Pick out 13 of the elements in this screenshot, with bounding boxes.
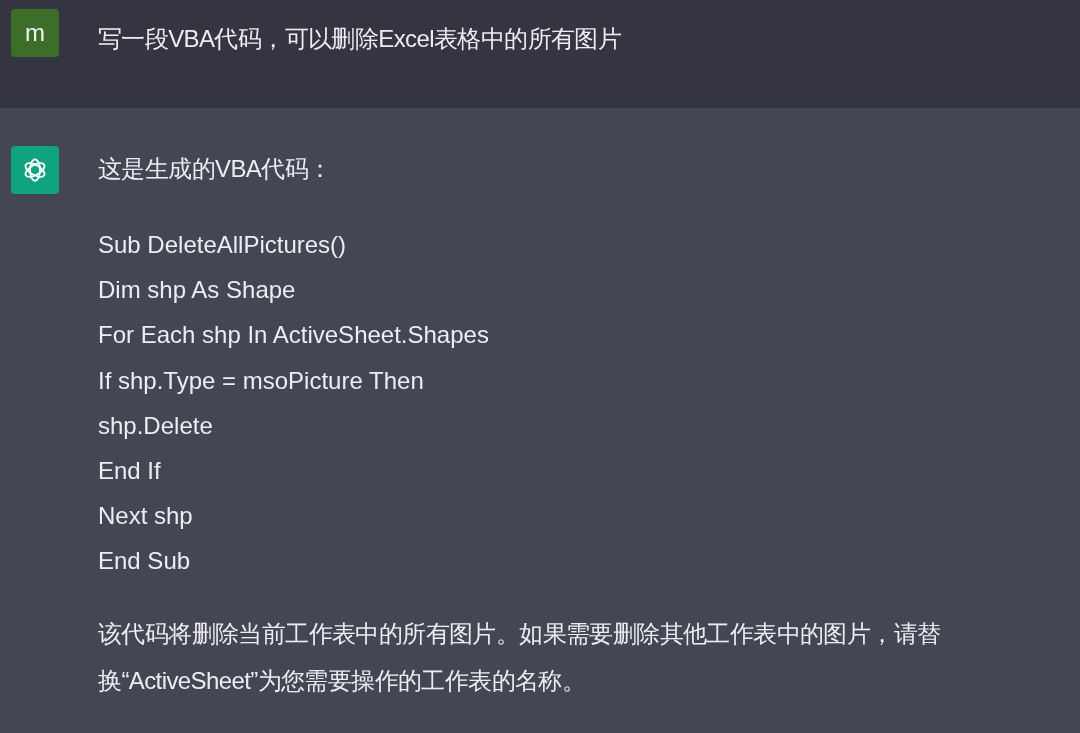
code-line: For Each shp In ActiveSheet.Shapes bbox=[98, 320, 489, 351]
message-text: 这是生成的VBA代码： bbox=[98, 154, 333, 184]
code-line: Next shp bbox=[98, 501, 193, 532]
code-line: End If bbox=[98, 456, 161, 486]
message-text: 写一段VBA代码，可以删除Excel表格中的所有图片 bbox=[98, 24, 623, 54]
code-line: Dim shp As Shape bbox=[98, 275, 296, 306]
message-text: 该代码将删除当前工作表中的所有图片。如果需要删除其他工作表中的图片，请替换“ActiveSheet”为您需要操作的工作表的名称。 bbox=[98, 618, 942, 696]
code-line: If shp.Type = msoPicture Then bbox=[98, 365, 424, 396]
code-line: Sub DeleteAllPictures() bbox=[98, 230, 347, 260]
user-avatar: m bbox=[11, 9, 59, 57]
code-line: shp.Delete bbox=[98, 410, 213, 441]
code-line: End Sub bbox=[98, 546, 191, 577]
assistant-avatar-icon bbox=[11, 146, 59, 194]
